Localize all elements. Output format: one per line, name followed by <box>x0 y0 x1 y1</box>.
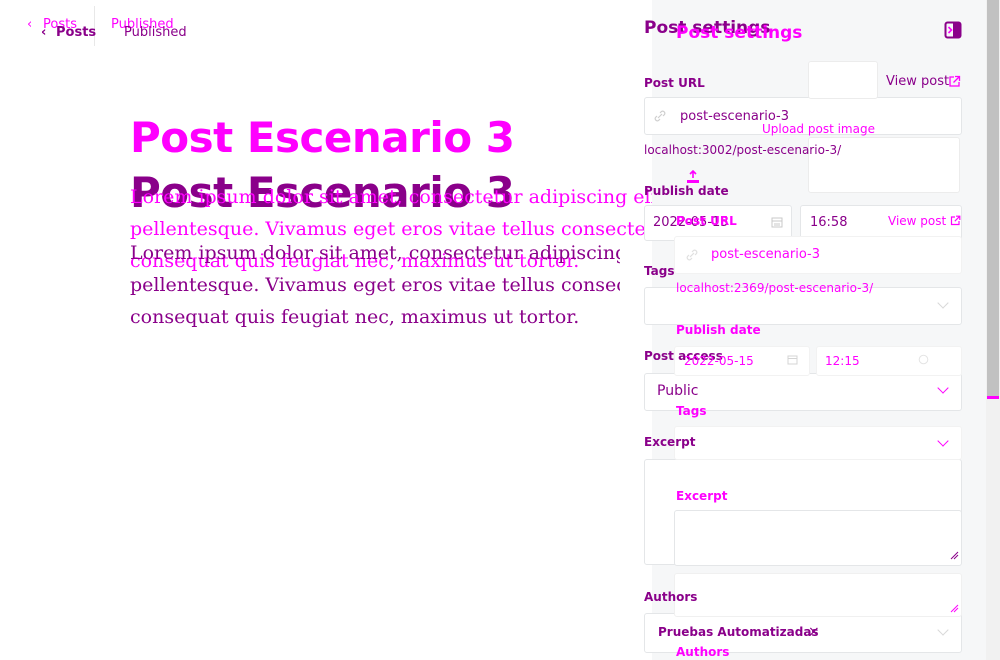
scrollbar-thumb[interactable] <box>987 0 999 398</box>
remove-author-icon[interactable]: × <box>808 624 820 640</box>
url-preview: localhost:2369/post-escenario-3/ <box>676 281 874 295</box>
scroll-marker <box>987 396 999 399</box>
excerpt-textarea[interactable] <box>674 510 962 566</box>
body-line: Lorem ipsum dolor sit amet, consectetur … <box>130 242 620 264</box>
slug-input[interactable]: post-escenario-3 <box>711 247 820 262</box>
body-line: pellentesque. Vivamus eget eros vitae te… <box>130 274 620 296</box>
chevron-left-icon[interactable]: ‹ <box>41 25 46 40</box>
publish-time-value[interactable]: 12:15 <box>825 354 860 368</box>
calendar-icon[interactable] <box>787 354 798 365</box>
back-to-posts-link[interactable]: Posts <box>56 25 96 40</box>
link-icon <box>654 110 666 122</box>
post-url-label: Post URL <box>644 76 705 90</box>
tags-input[interactable] <box>674 426 962 460</box>
url-preview: localhost:3002/post-escenario-3/ <box>644 143 842 157</box>
post-body[interactable]: Lorem ipsum dolor sit amet, consectetur … <box>130 237 620 333</box>
excerpt-label: Excerpt <box>644 435 696 449</box>
panel-close-icon[interactable] <box>944 21 962 39</box>
publish-date-value[interactable]: 2022-05-15 <box>684 354 754 368</box>
body-line: consequat quis feugiat nec, maximus ut t… <box>130 306 580 328</box>
author-chip: Pruebas Automatizadas <box>658 625 819 639</box>
link-icon <box>686 249 698 261</box>
publish-time-value[interactable]: 16:58 <box>810 215 847 230</box>
resize-grip-icon[interactable] <box>950 551 959 560</box>
external-link-icon[interactable] <box>948 75 961 88</box>
publish-date-label: Publish date <box>644 184 729 198</box>
authors-label: Authors <box>676 645 730 659</box>
panel-title: Post settings <box>676 23 803 43</box>
post-access-value[interactable]: Public <box>657 383 698 399</box>
tags-label: Tags <box>644 264 675 278</box>
excerpt-label: Excerpt <box>676 489 728 503</box>
upload-image-label[interactable]: Upload post image <box>762 122 875 136</box>
view-post-link[interactable]: View post <box>886 74 949 89</box>
tags-label: Tags <box>676 404 707 418</box>
resize-grip-icon[interactable] <box>950 604 959 613</box>
external-link-icon[interactable] <box>950 215 961 226</box>
calendar-icon[interactable] <box>771 216 783 228</box>
excerpt-textarea[interactable] <box>674 573 962 617</box>
post-title[interactable]: Post Escenario 3 <box>130 113 515 162</box>
view-post-link[interactable]: View post <box>888 214 946 228</box>
publish-date-label: Publish date <box>676 323 761 337</box>
authors-label: Authors <box>644 590 698 604</box>
image-placeholder[interactable] <box>808 61 878 99</box>
post-url-label: Post URL <box>676 214 737 228</box>
body-line: Lorem ipsum dolor sit amet, consectetur … <box>130 186 652 208</box>
upload-icon[interactable] <box>686 170 700 184</box>
clock-icon[interactable] <box>918 354 929 365</box>
chevron-left-icon[interactable]: ‹ <box>27 17 32 32</box>
status-badge: Published <box>124 25 187 40</box>
